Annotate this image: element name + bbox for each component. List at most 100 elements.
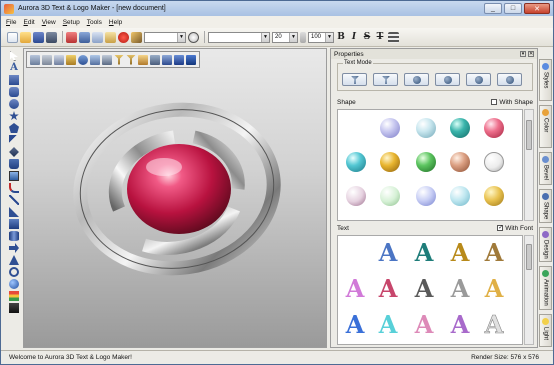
shape-swatch-white[interactable]	[484, 152, 504, 172]
object-tool-6-icon[interactable]	[90, 54, 100, 65]
rectangle-tool-icon[interactable]	[9, 75, 19, 85]
menu-file[interactable]: File	[6, 19, 17, 26]
object-tool-4-icon[interactable]	[66, 54, 76, 65]
brush-icon[interactable]	[131, 31, 142, 43]
menu-edit[interactable]: Edit	[24, 19, 35, 26]
tab-shape[interactable]: Shape	[539, 188, 552, 224]
text-style-4[interactable]: A	[480, 238, 508, 268]
cone-tool-icon[interactable]	[9, 255, 19, 265]
pen-tool-icon[interactable]	[9, 135, 19, 145]
tab-animation[interactable]: Animation	[539, 265, 552, 311]
bold-button[interactable]: B	[336, 32, 346, 43]
shape-swatch-ice[interactable]	[416, 118, 436, 138]
align-icon[interactable]	[388, 31, 399, 43]
text-mode-1-button[interactable]	[342, 73, 367, 86]
play-icon[interactable]	[188, 31, 199, 43]
text-style-10[interactable]: A	[341, 310, 369, 340]
shape-swatch-cyan[interactable]	[346, 152, 366, 172]
panel-close-icon[interactable]: ✕	[528, 51, 534, 57]
shape-swatch-pink[interactable]	[484, 118, 504, 138]
shape-swatch-teal[interactable]	[450, 118, 470, 138]
ellipse-tool-icon[interactable]	[9, 99, 19, 109]
open-folder-icon[interactable]	[20, 31, 31, 43]
tab-bevel[interactable]: Bevel	[539, 151, 552, 185]
text-style-9[interactable]: A	[480, 274, 508, 304]
with-font-checkbox[interactable]: ✓ With Font	[497, 225, 533, 232]
tab-color[interactable]: Color	[539, 105, 552, 148]
text-style-14[interactable]: A	[480, 310, 508, 340]
save-icon[interactable]	[33, 31, 44, 43]
menu-help[interactable]: Help	[109, 19, 122, 26]
text-style-8[interactable]: A	[446, 274, 474, 304]
text-mode-2-button[interactable]	[373, 73, 398, 86]
shape-swatch-gold[interactable]	[380, 152, 400, 172]
shape-swatch-amber[interactable]	[484, 186, 504, 206]
object-tool-14-icon[interactable]	[186, 54, 196, 65]
shape-swatch-periwinkle[interactable]	[416, 186, 436, 206]
maximize-button[interactable]: □	[504, 3, 522, 14]
torus-tool-icon[interactable]	[9, 267, 19, 277]
shape-scroll-thumb[interactable]	[526, 120, 532, 150]
rounded-rect-tool-icon[interactable]	[9, 87, 19, 97]
text-mode-4-button[interactable]	[435, 73, 460, 86]
tab-styles[interactable]: Styles	[539, 59, 552, 102]
text-mode-6-button[interactable]	[497, 73, 522, 86]
import-icon[interactable]	[66, 31, 77, 43]
triangle-tool-icon[interactable]	[9, 207, 19, 217]
copy-icon[interactable]	[92, 31, 103, 43]
design-canvas[interactable]	[23, 48, 327, 348]
stepper-icon[interactable]	[300, 31, 306, 43]
object-tool-11-icon[interactable]	[150, 54, 160, 65]
object-tool-8-icon[interactable]	[114, 54, 124, 65]
font-size-select[interactable]: 20 ▼	[272, 31, 298, 43]
object-tool-9-icon[interactable]	[126, 54, 136, 65]
brush-tool-icon[interactable]	[9, 147, 19, 157]
polygon-tool-icon[interactable]	[9, 123, 19, 133]
menu-setup[interactable]: Setup	[63, 19, 80, 26]
star-tool-icon[interactable]	[9, 111, 19, 121]
paste-icon[interactable]	[105, 31, 116, 43]
new-document-icon[interactable]	[7, 31, 18, 43]
with-shape-checkbox[interactable]: With Shape	[491, 99, 533, 106]
text-style-12[interactable]: A	[410, 310, 438, 340]
minimize-button[interactable]: _	[484, 3, 502, 14]
color-tool-icon[interactable]	[9, 291, 19, 301]
menu-view[interactable]: View	[42, 19, 56, 26]
pointer-tool-icon[interactable]	[10, 51, 18, 61]
image-tool-icon[interactable]	[9, 171, 19, 181]
text-gallery-scrollbar[interactable]	[524, 235, 534, 345]
panel-pin-icon[interactable]: ▾	[520, 51, 526, 57]
style-select[interactable]: ▼	[144, 31, 186, 43]
text-style-5[interactable]: A	[341, 274, 369, 304]
object-tool-10-icon[interactable]	[138, 54, 148, 65]
text-tool-icon[interactable]: A	[9, 63, 19, 73]
cylinder-tool-icon[interactable]	[9, 231, 19, 241]
bucket-tool-icon[interactable]	[9, 159, 19, 169]
tab-light[interactable]: Light	[539, 314, 552, 347]
shape-swatch-rose[interactable]	[346, 186, 366, 206]
object-tool-13-icon[interactable]	[174, 54, 184, 65]
close-button[interactable]: ✕	[524, 3, 550, 14]
text-style-6[interactable]: A	[374, 274, 402, 304]
text-style-11[interactable]: A	[374, 310, 402, 340]
cut-icon[interactable]	[79, 31, 90, 43]
text-style-7[interactable]: A	[410, 274, 438, 304]
text-format-button[interactable]: T	[375, 32, 385, 43]
object-tool-12-icon[interactable]	[162, 54, 172, 65]
text-scroll-thumb[interactable]	[526, 244, 532, 270]
tab-design[interactable]: Design	[539, 227, 552, 262]
object-tool-5-icon[interactable]	[78, 54, 88, 65]
globe-tool-icon[interactable]	[9, 279, 19, 289]
curve-tool-icon[interactable]	[9, 183, 19, 193]
text-style-2[interactable]: A	[410, 238, 438, 268]
shape-swatch-blank[interactable]	[346, 118, 366, 138]
shape-gallery-scrollbar[interactable]	[524, 109, 534, 221]
object-tool-7-icon[interactable]	[102, 54, 112, 65]
text-style-3[interactable]: A	[446, 238, 474, 268]
cube-tool-icon[interactable]	[9, 219, 19, 229]
font-select[interactable]: ▼	[208, 31, 270, 43]
line-tool-icon[interactable]	[9, 195, 19, 205]
shape-swatch-aqua[interactable]	[450, 186, 470, 206]
save-as-icon[interactable]	[46, 31, 57, 43]
menu-tools[interactable]: Tools	[87, 19, 102, 26]
